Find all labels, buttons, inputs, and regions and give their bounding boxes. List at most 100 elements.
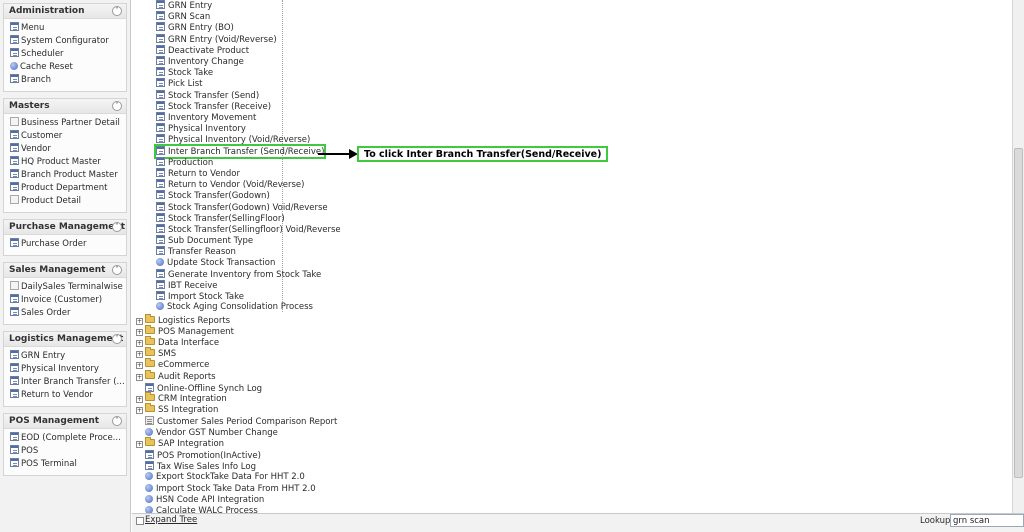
- sidebar-item-eod-complete-proce[interactable]: EOD (Complete Proce...: [10, 432, 126, 445]
- sidebar-item-cache-reset[interactable]: Cache Reset: [10, 61, 126, 74]
- sidebar-item-inter-branch-transfer[interactable]: Inter Branch Transfer (...: [10, 376, 126, 389]
- scrollbar-thumb[interactable]: [1014, 148, 1023, 478]
- tree-node-calculate-walc-process[interactable]: Calculate WALC Process: [136, 506, 258, 513]
- sidebar-item-physical-inventory[interactable]: Physical Inventory: [10, 363, 126, 376]
- tree-item-grn-entry-void-reverse[interactable]: GRN Entry (Void/Reverse): [156, 33, 277, 45]
- tree-item-ibt-receive[interactable]: IBT Receive: [156, 280, 218, 291]
- tree-item-stock-transfer-godown-void-reverse[interactable]: Stock Transfer(Godown) Void/Reverse: [156, 201, 328, 213]
- tree-item-label: GRN Entry (BO): [168, 23, 234, 34]
- sidebar-item-vendor[interactable]: Vendor: [10, 143, 126, 156]
- expand-node-icon[interactable]: +: [136, 317, 143, 325]
- tree-node-customer-sales-period-comparison-report[interactable]: Customer Sales Period Comparison Report: [136, 416, 337, 427]
- tree-node-audit-reports[interactable]: + Audit Reports: [136, 369, 216, 383]
- sidebar-item-dailysales-terminalwise[interactable]: DailySales Terminalwise: [10, 281, 126, 294]
- tree-item-update-stock-transaction[interactable]: Update Stock Transaction: [156, 257, 275, 269]
- collapse-icon[interactable]: ˄: [112, 222, 122, 232]
- window-icon: [145, 450, 154, 459]
- sidebar-item-branch-product-master[interactable]: Branch Product Master: [10, 169, 126, 182]
- sidebar-item-pos-terminal[interactable]: POS Terminal: [10, 458, 126, 471]
- sidebar-item-invoice-customer[interactable]: Invoice (Customer): [10, 294, 126, 307]
- sidebar-item-grn-entry[interactable]: GRN Entry: [10, 350, 126, 363]
- sidebar-item-sales-order[interactable]: Sales Order: [10, 307, 126, 320]
- tree-node-label: Customer Sales Period Comparison Report: [157, 417, 338, 428]
- folder-icon: [145, 347, 155, 357]
- sidebar-item-product-detail[interactable]: Product Detail: [10, 195, 126, 208]
- tree-item-stock-transfer-sellingfloor[interactable]: Stock Transfer(SellingFloor): [156, 212, 285, 224]
- tree-item-return-to-vendor-void-reverse[interactable]: Return to Vendor (Void/Reverse): [156, 179, 304, 190]
- expand-node-icon[interactable]: +: [136, 351, 143, 359]
- tree-node-pos-promotion-inactive[interactable]: POS Promotion(InActive): [136, 450, 261, 461]
- tree-node-import-stock-take-data-from-hht-2-0[interactable]: Import Stock Take Data From HHT 2.0: [136, 483, 316, 495]
- sidebar-item-branch[interactable]: Branch: [10, 74, 126, 87]
- tree-item-deactivate-product[interactable]: Deactivate Product: [156, 44, 249, 56]
- tree-item-grn-entry[interactable]: GRN Entry: [156, 0, 212, 11]
- tree-item-inventory-change[interactable]: Inventory Change: [156, 56, 244, 67]
- expand-tree-label[interactable]: Expand Tree: [145, 515, 197, 525]
- expand-node-icon[interactable]: +: [136, 407, 143, 415]
- sidebar-item-customer[interactable]: Customer: [10, 130, 126, 143]
- tree-node-export-stocktake-data-for-hht-2-0[interactable]: Export StockTake Data For HHT 2.0: [136, 472, 305, 483]
- panel-header[interactable]: Administration ˄: [4, 4, 126, 19]
- tree-node-sap-integration[interactable]: + SAP Integration: [136, 436, 225, 450]
- tree-node-label: SAP Integration: [158, 438, 225, 449]
- tree-item-stock-aging-consolidation-process[interactable]: Stock Aging Consolidation Process: [156, 302, 313, 313]
- sidebar-item-menu[interactable]: Menu: [10, 22, 126, 35]
- expand-tree-checkbox[interactable]: [136, 517, 144, 525]
- sidebar-item-purchase-order[interactable]: Purchase Order: [10, 238, 126, 251]
- tree-item-sub-document-type[interactable]: Sub Document Type: [156, 235, 253, 246]
- collapse-icon[interactable]: ˄: [112, 6, 122, 16]
- tree-node-ss-integration[interactable]: + SS Integration: [136, 403, 218, 416]
- collapse-icon[interactable]: ˄: [112, 101, 122, 111]
- collapse-icon[interactable]: ˄: [112, 334, 122, 344]
- sidebar-item-business-partner-detail[interactable]: Business Partner Detail: [10, 117, 126, 130]
- tree-item-stock-transfer-receive[interactable]: Stock Transfer (Receive): [156, 100, 271, 112]
- tree-item-stock-transfer-send[interactable]: Stock Transfer (Send): [156, 89, 259, 101]
- folder-icon: [145, 336, 155, 345]
- panel-header[interactable]: Masters ˄: [4, 99, 126, 114]
- expand-node-icon[interactable]: +: [136, 440, 143, 448]
- tree-item-inter-branch-transfer-send-receive[interactable]: Inter Branch Transfer (Send/Receive): [153, 143, 327, 159]
- expand-node-icon[interactable]: +: [136, 373, 143, 381]
- sidebar-item-pos[interactable]: POS: [10, 445, 126, 458]
- tree-item-stock-take[interactable]: Stock Take: [156, 67, 213, 78]
- tree-item-grn-entry-bo[interactable]: GRN Entry (BO): [156, 22, 234, 33]
- sidebar-item-return-to-vendor[interactable]: Return to Vendor: [10, 389, 126, 402]
- tree-item-label: Transfer Reason: [168, 247, 236, 258]
- tree-item-physical-inventory-void-reverse[interactable]: Physical Inventory (Void/Reverse): [156, 134, 310, 145]
- tree-node-sms[interactable]: + SMS: [136, 347, 176, 360]
- sidebar-item-hq-product-master[interactable]: HQ Product Master: [10, 156, 126, 169]
- sidebar-item-system-configurator[interactable]: System Configurator: [10, 35, 126, 48]
- expand-node-icon[interactable]: +: [136, 362, 143, 370]
- sidebar-item-product-department[interactable]: Product Department: [10, 182, 126, 195]
- panel-header[interactable]: Logistics Management ˄: [4, 332, 126, 347]
- tree-item-generate-inventory-from-stock-take[interactable]: Generate Inventory from Stock Take: [156, 268, 321, 280]
- tree-node-vendor-gst-number-change[interactable]: Vendor GST Number Change: [136, 427, 278, 439]
- tree-item-import-stock-take[interactable]: Import Stock Take: [156, 291, 244, 302]
- panel-header[interactable]: POS Management ˄: [4, 414, 126, 429]
- lookup-input[interactable]: [950, 514, 1024, 527]
- tree-item-physical-inventory[interactable]: Physical Inventory: [156, 123, 246, 134]
- tree-item-transfer-reason[interactable]: Transfer Reason: [156, 246, 236, 257]
- panel-header[interactable]: Purchase Management ˄: [4, 220, 126, 235]
- sidebar-item-scheduler[interactable]: Scheduler: [10, 48, 126, 61]
- tree-node-hsn-code-api-integration[interactable]: HSN Code API Integration: [136, 494, 264, 506]
- tree-item-return-to-vendor[interactable]: Return to Vendor: [156, 168, 240, 179]
- panel-header[interactable]: Sales Management ˄: [4, 263, 126, 278]
- tree-node-online-offline-synch-log[interactable]: Online-Offline Synch Log: [136, 382, 262, 394]
- window-icon: [156, 33, 165, 43]
- collapse-icon[interactable]: ˄: [112, 416, 122, 426]
- vertical-scrollbar[interactable]: [1012, 0, 1024, 513]
- expand-node-icon[interactable]: +: [136, 328, 143, 336]
- collapse-icon[interactable]: ˄: [112, 265, 122, 275]
- expand-node-icon[interactable]: +: [136, 340, 143, 347]
- tree-item-stock-transfer-sellingfloor-void-reverse[interactable]: Stock Transfer(Sellingfloor) Void/Revers…: [156, 224, 341, 235]
- tree-item-grn-scan[interactable]: GRN Scan: [156, 11, 210, 22]
- tree-node-tax-wise-sales-info-log[interactable]: Tax Wise Sales Info Log: [136, 461, 256, 472]
- sidebar-item-label: DailySales Terminalwise: [21, 282, 123, 292]
- tree-item-pick-list[interactable]: Pick List: [156, 78, 202, 89]
- tree-item-production[interactable]: Production: [156, 156, 213, 168]
- tree-item-stock-transfer-godown[interactable]: Stock Transfer(Godown): [156, 190, 270, 201]
- sidebar-item-label: Branch: [21, 75, 51, 85]
- tree-item-inventory-movement[interactable]: Inventory Movement: [156, 112, 256, 123]
- expand-node-icon[interactable]: +: [136, 396, 143, 403]
